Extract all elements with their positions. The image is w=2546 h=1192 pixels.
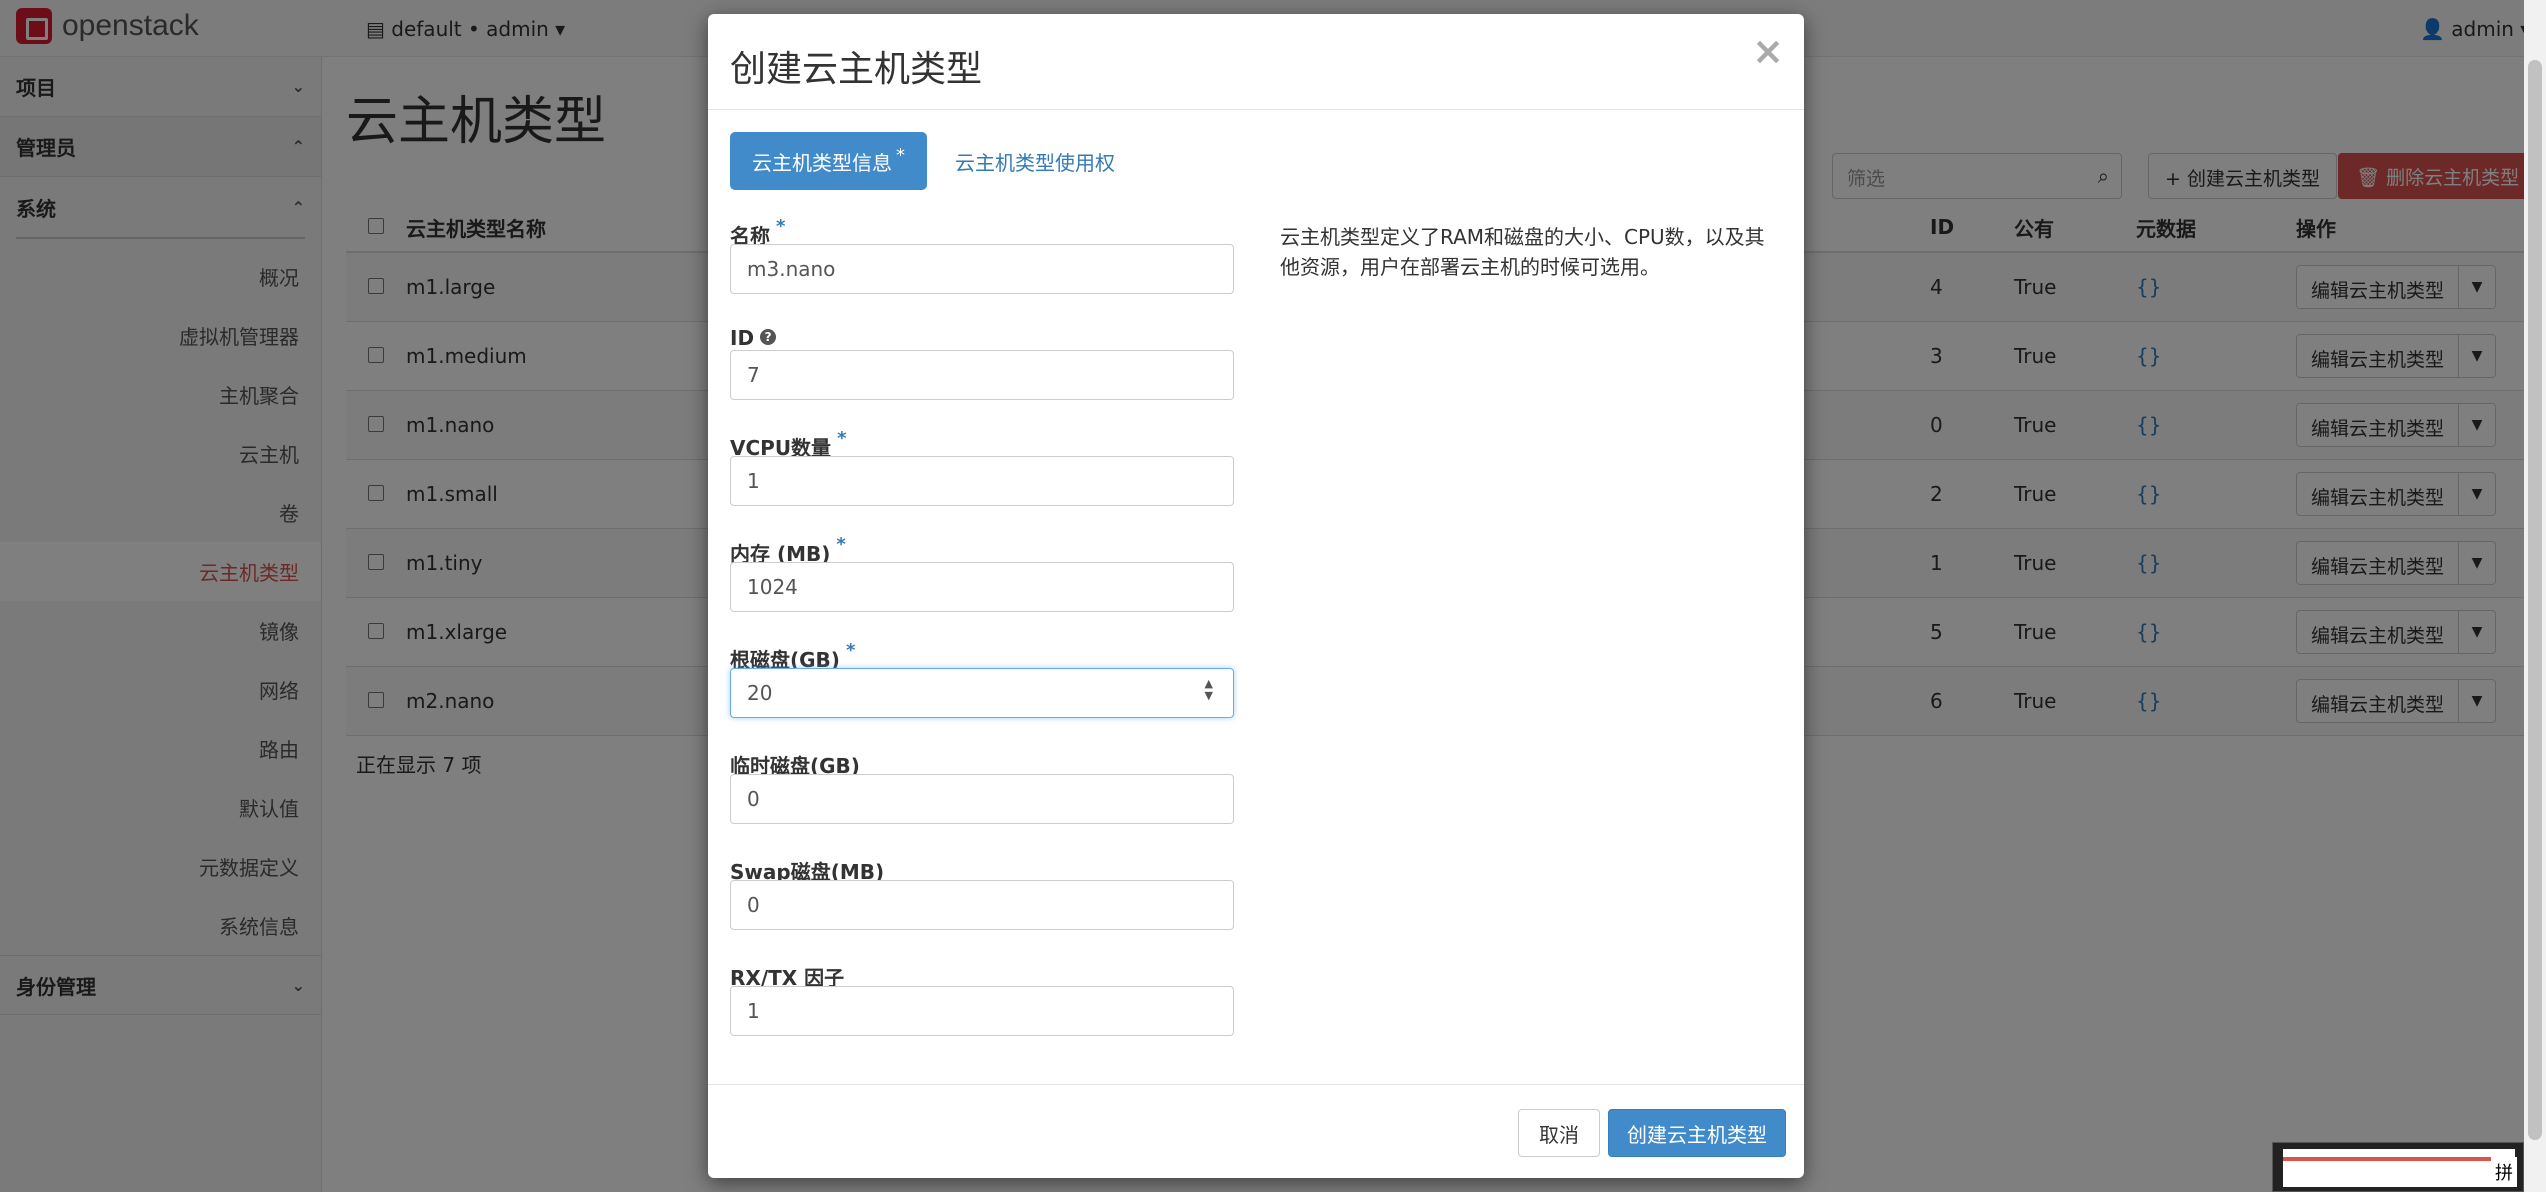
name-label: 名称 * xyxy=(730,216,786,248)
help-question-icon[interactable]: ? xyxy=(760,329,777,345)
modal-title: 创建云主机类型 xyxy=(730,49,983,90)
page-scrollbar[interactable] xyxy=(2524,0,2546,1192)
vcpus-label: VCPU数量 * xyxy=(730,428,847,460)
swap-disk-label: Swap磁盘(MB) xyxy=(730,860,885,884)
id-label: ID? xyxy=(730,316,1234,350)
vcpus-field[interactable]: 1 xyxy=(730,456,1234,506)
required-icon: * xyxy=(837,428,847,449)
required-icon: * xyxy=(836,534,846,555)
cancel-button[interactable]: 取消 xyxy=(1518,1109,1600,1157)
close-icon[interactable]: × xyxy=(1752,32,1784,70)
ime-indicator[interactable]: 拼 xyxy=(2491,1157,2517,1187)
ram-label: 内存 (MB) * xyxy=(730,534,846,566)
root-disk-label: 根磁盘(GB) * xyxy=(730,640,856,672)
taskbar-window-preview[interactable]: 拼 xyxy=(2272,1142,2524,1192)
ephemeral-disk-field[interactable]: 0 xyxy=(730,774,1234,824)
help-text: 云主机类型定义了RAM和磁盘的大小、CPU数，以及其他资源，用户在部署云主机的时… xyxy=(1280,225,1765,279)
id-field[interactable]: 7 xyxy=(730,350,1234,400)
tab-flavor-info[interactable]: 云主机类型信息 * xyxy=(730,132,927,190)
swap-disk-field[interactable]: 0 xyxy=(730,880,1234,930)
required-icon: * xyxy=(845,640,856,661)
rxtx-factor-field[interactable]: 1 xyxy=(730,986,1234,1036)
create-flavor-modal: 创建云主机类型 × 云主机类型信息 * 云主机类型使用权 名称 * m3.nano … xyxy=(708,14,1804,1178)
required-icon: * xyxy=(776,216,786,237)
rxtx-factor-label: RX/TX 因子 xyxy=(730,966,845,990)
ram-field[interactable]: 1024 xyxy=(730,562,1234,612)
scrollbar-thumb[interactable] xyxy=(2528,60,2542,1140)
ephemeral-disk-label: 临时磁盘(GB) xyxy=(730,754,860,778)
modal-header: 创建云主机类型 × xyxy=(708,14,1804,110)
submit-create-flavor-button[interactable]: 创建云主机类型 xyxy=(1608,1109,1786,1157)
root-disk-stepper[interactable]: 20 ▲ ▼ xyxy=(730,668,1234,718)
flavor-form: 名称 * m3.nano ID? 7 VCPU数量 * 1 内存 (MB) * 102… xyxy=(730,210,1234,1058)
modal-tabs: 云主机类型信息 * 云主机类型使用权 xyxy=(730,132,1115,190)
required-icon: * xyxy=(896,144,905,166)
spinner-arrows-icon[interactable]: ▲ ▼ xyxy=(1205,678,1213,702)
tab-flavor-access[interactable]: 云主机类型使用权 xyxy=(955,147,1115,176)
modal-footer: 取消 创建云主机类型 xyxy=(708,1084,1804,1178)
name-field[interactable]: m3.nano xyxy=(730,244,1234,294)
